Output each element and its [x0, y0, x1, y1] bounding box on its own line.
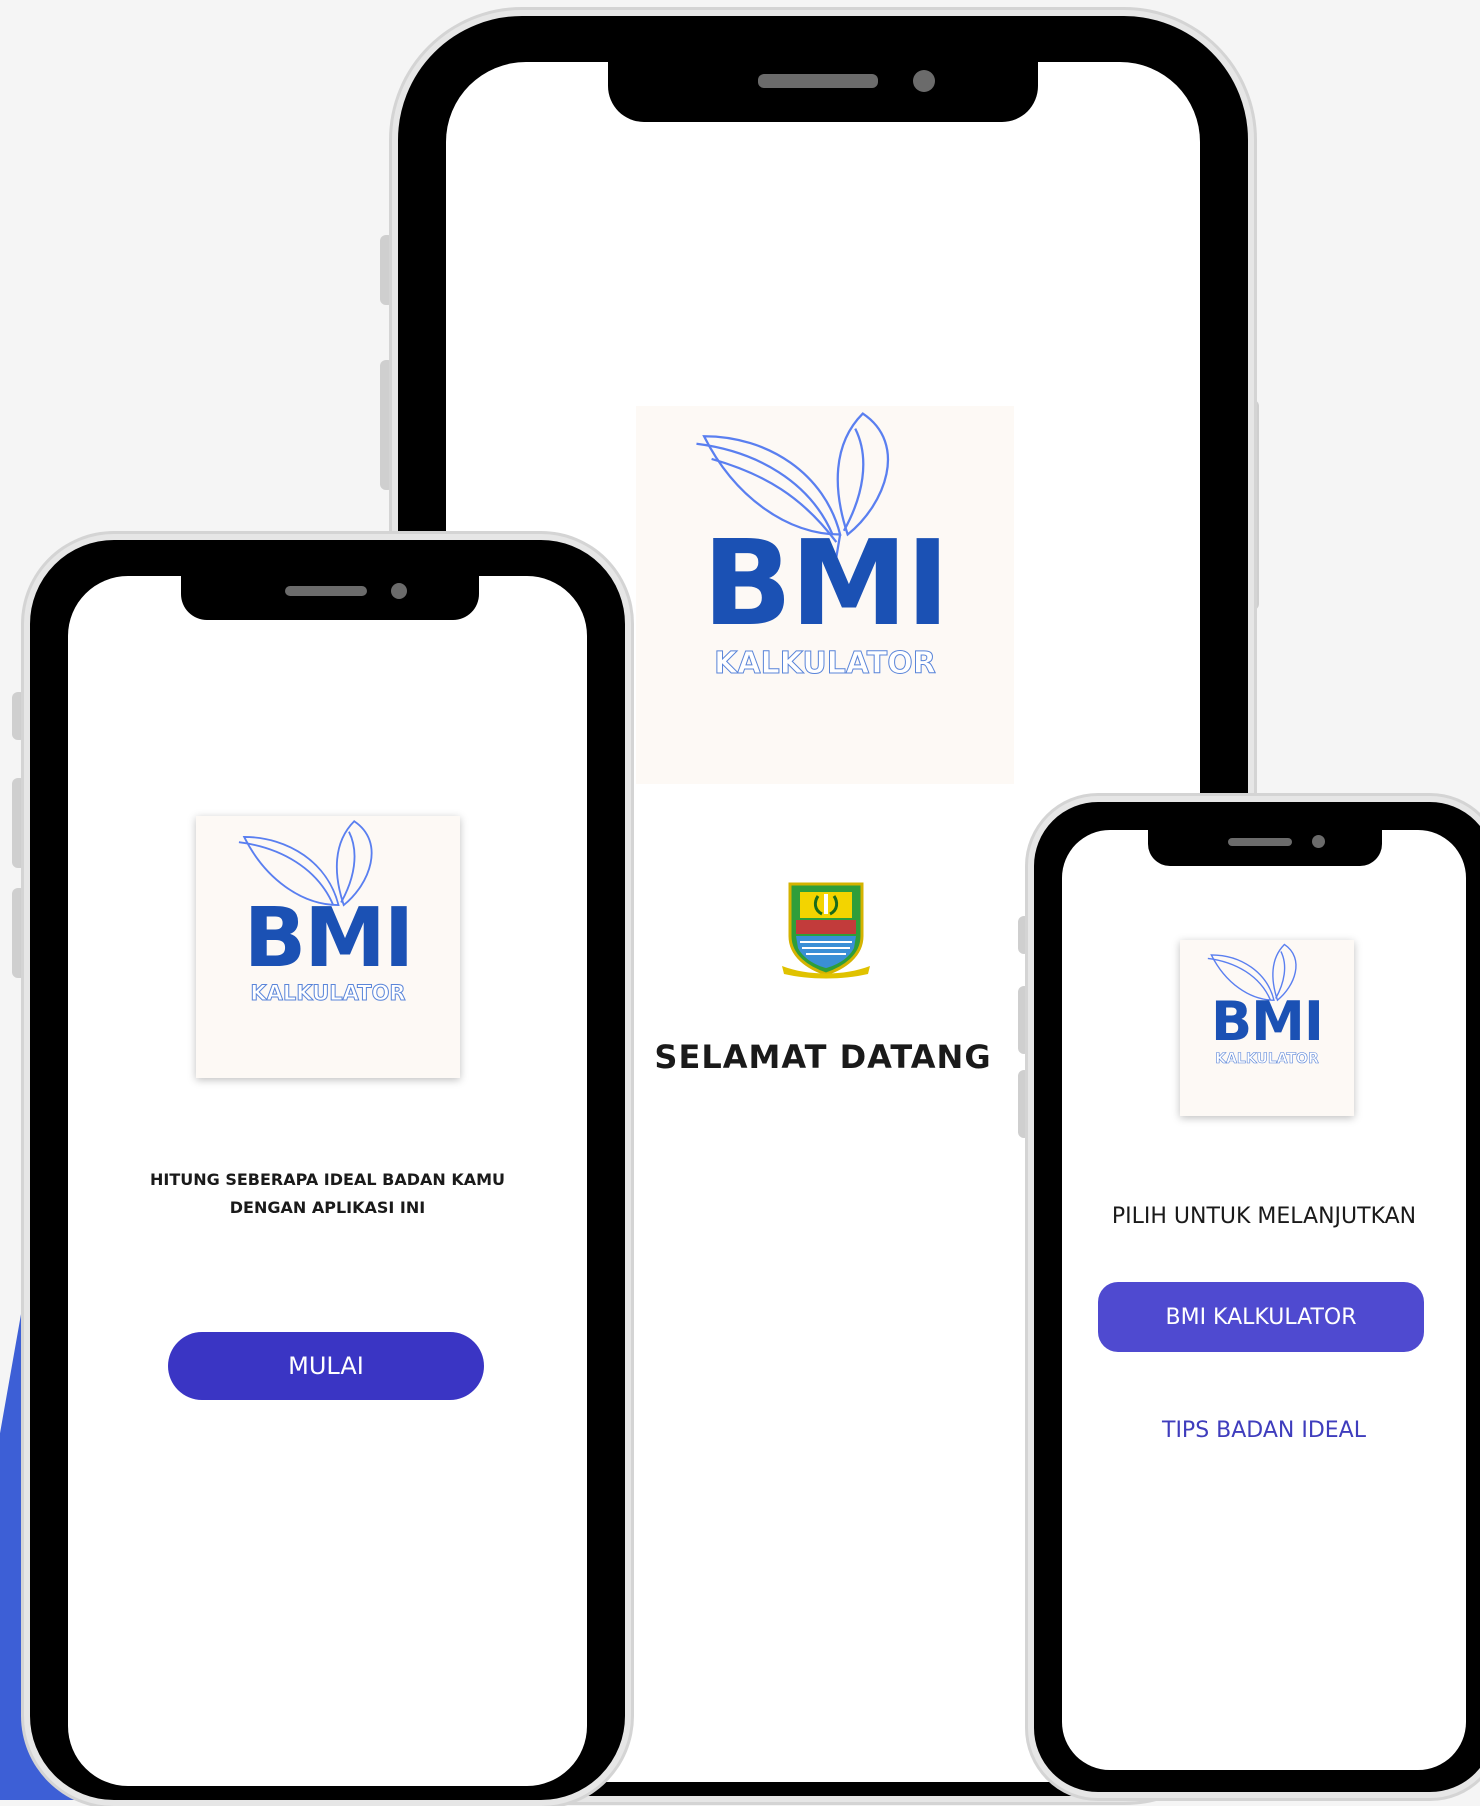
right-phone-notch — [1148, 830, 1382, 866]
logo-bmi-text: BMI — [1211, 990, 1324, 1053]
speaker-grille — [285, 586, 367, 596]
speaker-grille — [758, 74, 878, 88]
speaker-grille — [1228, 838, 1292, 846]
app-logo: BMI KALKULATOR — [636, 406, 1014, 784]
front-camera — [391, 583, 407, 599]
logo-kalkulator-text: KALKULATOR — [250, 981, 406, 1006]
left-phone: BMI KALKULATOR HITUNG SEBERAPA IDEAL BAD… — [24, 534, 631, 1806]
app-logo: BMI KALKULATOR — [196, 816, 460, 1078]
intro-description-line2: DENGAN APLIKASI INI — [229, 1198, 426, 1217]
tips-link[interactable]: TIPS BADAN IDEAL — [1062, 1418, 1466, 1443]
front-camera — [1312, 835, 1325, 848]
app-logo: BMI KALKULATOR — [1180, 940, 1354, 1116]
regional-emblem-icon — [782, 882, 870, 979]
logo-kalkulator-text: KALKULATOR — [1215, 1051, 1319, 1068]
front-camera — [913, 70, 935, 92]
logo-kalkulator-text: KALKULATOR — [714, 646, 937, 682]
center-phone-notch — [608, 62, 1038, 122]
right-phone: BMI KALKULATOR PILIH UNTUK MELANJUTKAN B… — [1028, 796, 1480, 1798]
menu-screen: BMI KALKULATOR PILIH UNTUK MELANJUTKAN B… — [1062, 830, 1466, 1770]
left-phone-notch — [181, 576, 479, 620]
start-button[interactable]: MULAI — [168, 1332, 484, 1400]
bmi-calculator-button[interactable]: BMI KALKULATOR — [1098, 1282, 1424, 1352]
logo-bmi-text: BMI — [702, 514, 949, 652]
intro-screen: BMI KALKULATOR HITUNG SEBERAPA IDEAL BAD… — [68, 576, 587, 1786]
logo-bmi-text: BMI — [243, 891, 415, 986]
menu-prompt: PILIH UNTUK MELANJUTKAN — [1111, 1204, 1417, 1229]
intro-description-line1: HITUNG SEBERAPA IDEAL BADAN KAMU — [149, 1170, 506, 1189]
